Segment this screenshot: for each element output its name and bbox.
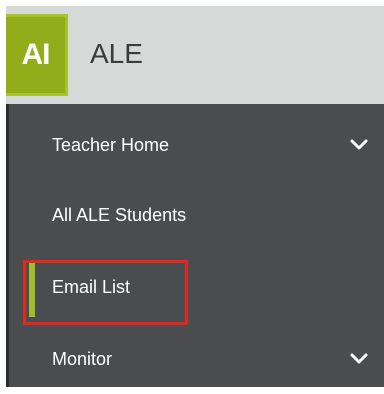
app-frame: AI ALE Teacher Home All ALE Students Ema… [0, 0, 384, 387]
chevron-down-icon[interactable] [348, 348, 370, 370]
sidebar-item-label: Monitor [52, 348, 113, 369]
chevron-down-icon[interactable] [348, 134, 370, 156]
sidebar-item-label: Email List [52, 276, 131, 297]
sidebar-item-email-list[interactable]: Email List [9, 252, 384, 325]
sidebar-item-all-ale-students[interactable]: All ALE Students [9, 180, 384, 250]
sidebar-item-monitor[interactable]: Monitor [9, 324, 384, 394]
app-header: AI ALE [6, 6, 384, 104]
app-title: ALE [90, 38, 143, 69]
logo-text: AI [21, 38, 51, 71]
active-indicator [29, 262, 35, 317]
app-logo[interactable]: AI [6, 14, 68, 96]
sidebar-item-teacher-home[interactable]: Teacher Home [9, 110, 384, 180]
sidebar-nav: Teacher Home All ALE Students Email List… [6, 104, 384, 387]
sidebar-item-label: Teacher Home [52, 134, 170, 155]
sidebar-item-label: All ALE Students [52, 204, 187, 225]
